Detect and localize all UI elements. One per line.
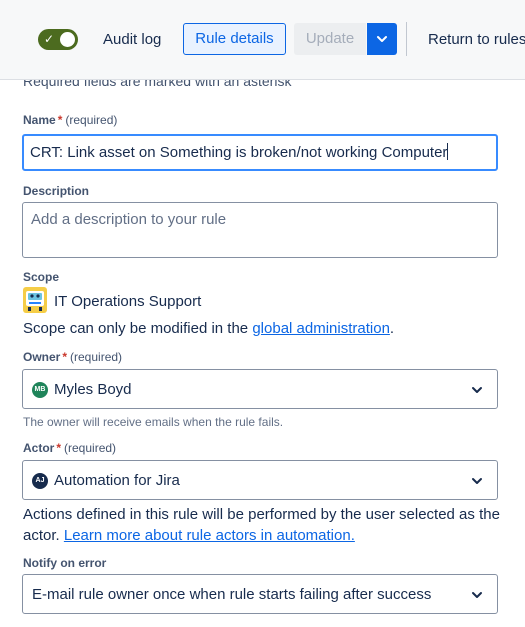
avatar: MB [32,382,48,398]
scope-note: Scope can only be modified in the global… [23,320,394,337]
rule-actors-learn-more-link[interactable]: Learn more about rule actors in automati… [64,527,355,544]
global-administration-link[interactable]: global administration [252,320,390,337]
description-textarea[interactable]: Add a description to your rule [22,202,498,258]
description-label: Description [23,184,90,198]
name-label-text: Name [23,113,56,127]
return-to-rules-link[interactable]: Return to rules [428,31,525,48]
required-text: (required) [70,350,123,364]
update-menu-button[interactable] [367,23,397,55]
required-asterisk: * [57,113,63,127]
scope-label: Scope [23,270,60,284]
required-asterisk: * [56,441,62,455]
actor-select[interactable]: AJ Automation for Jira [22,460,498,500]
owner-select[interactable]: MB Myles Boyd [22,369,498,409]
required-asterisk: * [62,350,68,364]
rule-details-button[interactable]: Rule details [183,23,286,55]
chevron-down-icon [472,592,482,598]
required-fields-note: Required fields are marked with an aster… [23,80,292,89]
scope-note-suffix: . [389,320,395,337]
scope-value: IT Operations Support [54,293,202,310]
notify-on-error-select[interactable]: E-mail rule owner once when rule starts … [22,574,498,614]
text-caret [447,143,449,160]
audit-log-tab[interactable]: Audit log [103,31,161,48]
owner-label: Owner * (required) [23,350,122,364]
chevron-down-icon [377,36,387,42]
actor-label: Actor * (required) [23,441,116,455]
required-text: (required) [65,113,118,127]
rule-enabled-toggle[interactable]: ✓ [38,29,78,50]
update-button[interactable]: Update [294,23,366,55]
toggle-knob [60,32,75,47]
chevron-down-icon [472,478,482,484]
required-text: (required) [64,441,117,455]
rule-details-form: Required fields are marked with an aster… [0,80,525,627]
project-icon [23,287,47,313]
scope-note-text: Scope can only be modified in the [23,320,253,337]
name-input-value: CRT: Link asset on Something is broken/n… [30,144,448,161]
check-icon: ✓ [44,32,55,46]
actor-note: Actions defined in this rule will be per… [23,504,503,546]
owner-value: Myles Boyd [54,381,132,398]
owner-help-text: The owner will receive emails when the r… [23,415,284,429]
chevron-down-icon [472,387,482,393]
name-input[interactable]: CRT: Link asset on Something is broken/n… [22,134,498,171]
owner-label-text: Owner [23,350,61,364]
avatar: AJ [32,473,48,489]
notify-on-error-label: Notify on error [23,556,107,570]
divider [406,22,407,56]
header-bar: ✓ Audit log Rule details Update Return t… [0,0,525,80]
name-label: Name * (required) [23,113,117,127]
actor-value: Automation for Jira [54,472,180,489]
actor-label-text: Actor [23,441,55,455]
notify-on-error-value: E-mail rule owner once when rule starts … [32,586,432,603]
